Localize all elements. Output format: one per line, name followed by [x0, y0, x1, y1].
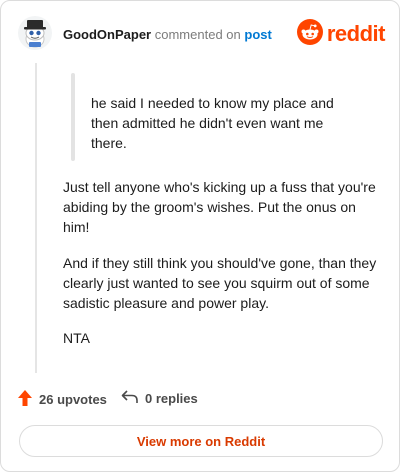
- comment-paragraph: NTA: [63, 330, 90, 346]
- view-more-button[interactable]: View more on Reddit: [19, 425, 383, 457]
- comment-author-line: GoodOnPaper commented on post: [63, 27, 272, 42]
- post-link[interactable]: post: [244, 27, 271, 42]
- reply-arrow-icon: [121, 389, 145, 408]
- quote-block: he said I needed to know my place and th…: [71, 73, 371, 161]
- upvote-count[interactable]: 26 upvotes: [17, 389, 107, 410]
- comment-header: GoodOnPaper commented on post reddit: [17, 15, 386, 55]
- reddit-wordmark: reddit: [326, 21, 386, 46]
- snoo-avatar-icon[interactable]: [17, 15, 53, 51]
- reddit-logo-icon: [296, 18, 323, 50]
- thread-line: [35, 63, 37, 373]
- upvote-count-label: 26 upvotes: [39, 392, 107, 407]
- comment-footer: 26 upvotes 0 replies: [17, 389, 385, 411]
- reply-count-label: 0 replies: [145, 391, 198, 406]
- comment-paragraph: And if they still think you should've go…: [63, 255, 377, 311]
- comment-embed-card: GoodOnPaper commented on post reddit he …: [0, 0, 400, 472]
- reddit-brand[interactable]: reddit: [296, 18, 386, 50]
- comment-action-text: commented on: [154, 27, 241, 42]
- comment-paragraph: Just tell anyone who's kicking up a fuss…: [63, 179, 376, 235]
- quote-bar: [71, 73, 75, 161]
- upvote-arrow-icon[interactable]: [17, 389, 39, 410]
- quote-text: he said I needed to know my place and th…: [91, 95, 334, 151]
- reply-count[interactable]: 0 replies: [121, 389, 198, 408]
- username-link[interactable]: GoodOnPaper: [63, 27, 151, 42]
